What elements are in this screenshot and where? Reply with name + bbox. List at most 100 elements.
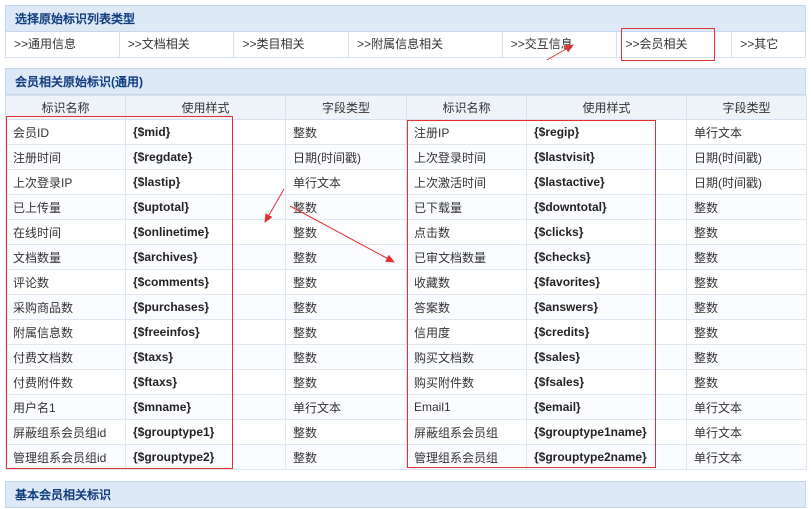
tag-usage: {$sales}: [526, 344, 687, 370]
tag-name: 已上传量: [5, 194, 126, 220]
col-header-usage: 使用样式: [125, 95, 286, 120]
field-type: 整数: [285, 244, 407, 270]
col-header-type-2: 字段类型: [686, 95, 807, 120]
nav-attachment[interactable]: >>附属信息相关: [349, 32, 503, 57]
table-row: 已上传量 {$uptotal} 整数 已下载量 {$downtotal} 整数: [5, 194, 807, 220]
col-header-usage-2: 使用样式: [526, 95, 687, 120]
field-type: 整数: [285, 444, 407, 470]
nav-interaction[interactable]: >>交互信息: [503, 32, 618, 57]
table-row: 采购商品数 {$purchases} 整数 答案数 {$answers} 整数: [5, 294, 807, 320]
field-type: 整数: [285, 344, 407, 370]
tag-name: 附属信息数: [5, 319, 126, 345]
table-row: 文档数量 {$archives} 整数 已审文档数量 {$checks} 整数: [5, 244, 807, 270]
table-row: 用户名1 {$mname} 单行文本 Email1 {$email} 单行文本: [5, 394, 807, 420]
page: 选择原始标识列表类型 >>通用信息 >>文档相关 >>类目相关 >>附属信息相关…: [5, 5, 807, 508]
field-type: 单行文本: [285, 169, 407, 195]
tag-usage: {$regip}: [526, 119, 687, 145]
field-type: 单行文本: [686, 394, 807, 420]
field-type: 整数: [686, 219, 807, 245]
nav-category[interactable]: >>类目相关: [234, 32, 350, 57]
tag-name: 已审文档数量: [406, 244, 527, 270]
tag-name: 采购商品数: [5, 294, 126, 320]
field-type: 整数: [285, 119, 407, 145]
tag-name: 收藏数: [406, 269, 527, 295]
field-type: 单行文本: [285, 394, 407, 420]
tag-name: 在线时间: [5, 219, 126, 245]
tag-usage: {$credits}: [526, 319, 687, 345]
nav-archive[interactable]: >>文档相关: [120, 32, 235, 57]
tag-name: 上次激活时间: [406, 169, 527, 195]
field-type: 整数: [686, 294, 807, 320]
field-type: 日期(时间戳): [285, 144, 407, 170]
tag-name: 上次登录IP: [5, 169, 126, 195]
tag-usage: {$grouptype2}: [125, 444, 286, 470]
member-tags-table: 标识名称 使用样式 字段类型 标识名称 使用样式 字段类型 会员ID {$mid}…: [5, 95, 807, 470]
field-type: 整数: [285, 194, 407, 220]
field-type: 整数: [686, 319, 807, 345]
table-row: 管理组系会员组id {$grouptype2} 整数 管理组系会员组 {$groupty…: [5, 444, 807, 470]
nav-member[interactable]: >>会员相关: [617, 28, 733, 61]
field-type: 整数: [686, 244, 807, 270]
tag-usage: {$mid}: [125, 119, 286, 145]
tag-name: 购买附件数: [406, 369, 527, 395]
field-type: 整数: [686, 369, 807, 395]
tag-name: 信用度: [406, 319, 527, 345]
field-type: 单行文本: [686, 444, 807, 470]
tag-name: Email1: [406, 394, 527, 420]
field-type: 单行文本: [686, 419, 807, 445]
field-type: 整数: [285, 369, 407, 395]
field-type: 整数: [686, 194, 807, 220]
section-title-select-type: 选择原始标识列表类型: [5, 5, 806, 32]
tag-usage: {$lastip}: [125, 169, 286, 195]
table-row: 上次登录IP {$lastip} 单行文本 上次激活时间 {$lastactive} 日期…: [5, 169, 807, 195]
table-row: 附属信息数 {$freeinfos} 整数 信用度 {$credits} 整数: [5, 319, 807, 345]
field-type: 整数: [285, 269, 407, 295]
tag-name: 会员ID: [5, 119, 126, 145]
section-title-member-tags: 会员相关原始标识(通用): [5, 68, 806, 95]
tag-usage: {$purchases}: [125, 294, 286, 320]
tag-usage: {$favorites}: [526, 269, 687, 295]
tag-usage: {$ftaxs}: [125, 369, 286, 395]
section-title-basic-member-tags: 基本会员相关标识: [5, 481, 806, 508]
field-type: 整数: [686, 344, 807, 370]
tag-usage: {$clicks}: [526, 219, 687, 245]
table-header-row: 标识名称 使用样式 字段类型 标识名称 使用样式 字段类型: [5, 95, 807, 120]
tag-name: 注册时间: [5, 144, 126, 170]
tag-usage: {$freeinfos}: [125, 319, 286, 345]
table-row: 屏蔽组系会员组id {$grouptype1} 整数 屏蔽组系会员组 {$groupty…: [5, 419, 807, 445]
tag-name: 已下载量: [406, 194, 527, 220]
tag-usage: {$mname}: [125, 394, 286, 420]
tag-name: 管理组系会员组id: [5, 444, 126, 470]
tag-usage: {$grouptype1name}: [526, 419, 687, 445]
nav-other[interactable]: >>其它: [732, 32, 805, 57]
tag-name: 付费文档数: [5, 344, 126, 370]
tag-usage: {$uptotal}: [125, 194, 286, 220]
nav-general[interactable]: >>通用信息: [6, 32, 120, 57]
field-type: 日期(时间戳): [686, 144, 807, 170]
tag-name: 付费附件数: [5, 369, 126, 395]
tag-usage: {$downtotal}: [526, 194, 687, 220]
table-row: 会员ID {$mid} 整数 注册IP {$regip} 单行文本: [5, 119, 807, 145]
field-type: 日期(时间戳): [686, 169, 807, 195]
tag-name: 答案数: [406, 294, 527, 320]
tag-usage: {$answers}: [526, 294, 687, 320]
tag-usage: {$comments}: [125, 269, 286, 295]
tag-name: 管理组系会员组: [406, 444, 527, 470]
tag-usage: {$archives}: [125, 244, 286, 270]
tag-name: 文档数量: [5, 244, 126, 270]
field-type: 整数: [285, 419, 407, 445]
field-type: 整数: [686, 269, 807, 295]
tag-name: 注册IP: [406, 119, 527, 145]
tag-name: 用户名1: [5, 394, 126, 420]
table-row: 付费文档数 {$taxs} 整数 购买文档数 {$sales} 整数: [5, 344, 807, 370]
tag-usage: {$lastactive}: [526, 169, 687, 195]
col-header-name: 标识名称: [5, 95, 126, 120]
field-type: 单行文本: [686, 119, 807, 145]
col-header-name-2: 标识名称: [406, 95, 527, 120]
tag-name: 购买文档数: [406, 344, 527, 370]
table-row: 注册时间 {$regdate} 日期(时间戳) 上次登录时间 {$lastvisit} 日…: [5, 144, 807, 170]
tag-usage: {$grouptype2name}: [526, 444, 687, 470]
tag-name: 屏蔽组系会员组id: [5, 419, 126, 445]
table-row: 在线时间 {$onlinetime} 整数 点击数 {$clicks} 整数: [5, 219, 807, 245]
col-header-type: 字段类型: [285, 95, 407, 120]
